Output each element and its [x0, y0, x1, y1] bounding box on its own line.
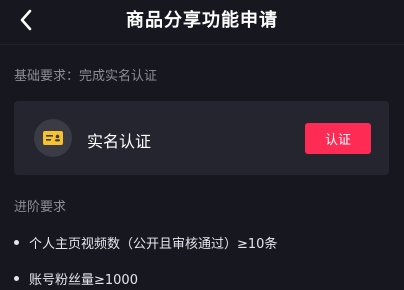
requirement-text: 个人主页视频数（公开且审核通过）≥10条 — [29, 237, 278, 252]
header-divider — [0, 44, 404, 45]
requirement-text: 账号粉丝量≥1000 — [29, 273, 138, 288]
card-title: 实名认证 — [87, 132, 152, 151]
bullet-icon — [14, 276, 19, 281]
bullet-icon — [14, 240, 19, 245]
verify-button[interactable]: 认证 — [305, 123, 371, 154]
header: 商品分享功能申请 — [0, 0, 404, 42]
advanced-requirement-heading: 进阶要求 — [14, 200, 67, 215]
requirement-item-followers: 账号粉丝量≥1000 — [14, 269, 138, 288]
basic-requirement-heading: 基础要求：完成实名认证 — [14, 69, 158, 84]
id-card-icon — [34, 119, 72, 157]
requirement-item-videos: 个人主页视频数（公开且审核通过）≥10条 — [14, 233, 277, 252]
page-title: 商品分享功能申请 — [126, 10, 278, 31]
real-name-verification-card: 实名认证 认证 — [14, 101, 389, 175]
